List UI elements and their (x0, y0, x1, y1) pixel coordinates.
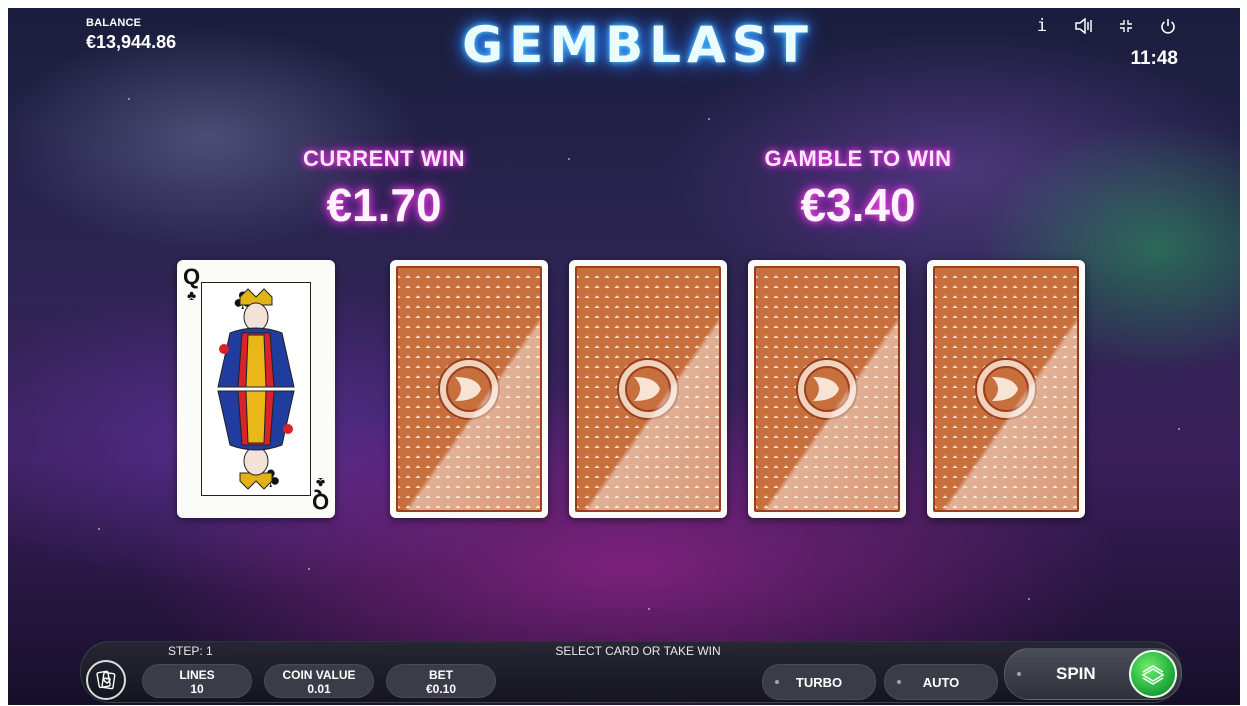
lines-control[interactable]: LINES 10 (142, 664, 252, 698)
card-suit: ♣ (186, 287, 197, 303)
background-star (98, 528, 100, 530)
card-back-emblem-icon (975, 358, 1037, 420)
card-back-emblem-icon (617, 358, 679, 420)
queen-figure-icon: ♣ ♣ (202, 283, 310, 495)
spin-indicator (1017, 672, 1021, 676)
bet-label: BET (429, 668, 453, 682)
gamble-to-win-label: GAMBLE TO WIN (764, 146, 952, 171)
game-logo: GEMBLAST (462, 16, 814, 74)
turbo-label: TURBO (795, 674, 843, 690)
card-back-pattern (754, 266, 900, 512)
card-back-emblem-icon (438, 358, 500, 420)
coin-value-value: 0.01 (307, 682, 331, 696)
coin-value-label: COIN VALUE (282, 668, 356, 682)
money-stack-icon (1141, 665, 1165, 685)
card-back-pattern (396, 266, 542, 512)
current-win-value: €1.70 (326, 179, 442, 231)
card-corner-bottom: Q ♣ (311, 475, 329, 514)
spin-label: SPIN (1056, 664, 1096, 683)
choice-card-4[interactable] (927, 260, 1085, 518)
card-rank: Q (311, 489, 329, 514)
background-star (1178, 428, 1180, 430)
gamble-to-win-value: €3.40 (800, 179, 916, 231)
step-indicator: STEP: 1 (168, 644, 213, 658)
queen-portrait: ♣ ♣ (201, 282, 311, 496)
card-back-pattern (933, 266, 1079, 512)
info-icon[interactable]: i (1030, 14, 1054, 38)
auto-label: AUTO (922, 674, 960, 690)
choice-card-1[interactable] (390, 260, 548, 518)
current-win-block: CURRENT WIN €1.70 (234, 146, 534, 232)
top-toolbar: i (1030, 14, 1180, 38)
cards-icon (96, 670, 116, 690)
game-stage: BALANCE €13,944.86 GEMBLAST i 11:48 CURR… (8, 8, 1240, 705)
status-message: SELECT CARD OR TAKE WIN (555, 644, 721, 658)
card-rank: Q (183, 264, 201, 289)
clock: 11:48 (1130, 48, 1178, 69)
background-star (308, 568, 310, 570)
coin-value-control[interactable]: COIN VALUE 0.01 (264, 664, 374, 698)
bet-control[interactable]: BET €0.10 (386, 664, 496, 698)
balance-value: €13,944.86 (86, 32, 177, 52)
auto-button[interactable]: AUTO (884, 664, 998, 700)
spin-button[interactable] (1129, 650, 1177, 698)
fullscreen-icon[interactable] (1114, 14, 1138, 38)
sound-icon[interactable] (1072, 14, 1096, 38)
background-star (568, 158, 570, 160)
background-star (1028, 598, 1030, 600)
lines-value: 10 (190, 682, 204, 696)
card-back-pattern (575, 266, 721, 512)
balance-label: BALANCE (86, 17, 142, 29)
background-star (128, 98, 130, 100)
info-icon-glyph: i (1036, 16, 1048, 36)
turbo-indicator (775, 680, 779, 684)
turbo-button[interactable]: TURBO (762, 664, 876, 700)
choice-card-3[interactable] (748, 260, 906, 518)
card-corner-top: Q ♣ (183, 264, 201, 303)
background-star (648, 608, 650, 610)
card-suit: ♣ (315, 475, 326, 491)
gamble-cards-button[interactable] (86, 660, 126, 700)
bet-value: €0.10 (425, 682, 457, 696)
choice-card-2[interactable] (569, 260, 727, 518)
auto-indicator (897, 680, 901, 684)
gamble-to-win-block: GAMBLE TO WIN €3.40 (708, 146, 1008, 232)
card-back-emblem-icon (796, 358, 858, 420)
current-win-label: CURRENT WIN (303, 146, 465, 171)
power-icon[interactable] (1156, 14, 1180, 38)
background-star (708, 118, 710, 120)
dealer-card-queen-of-clubs: Q ♣ Q ♣ ♣ ♣ (177, 260, 335, 518)
lines-label: LINES (179, 668, 215, 682)
